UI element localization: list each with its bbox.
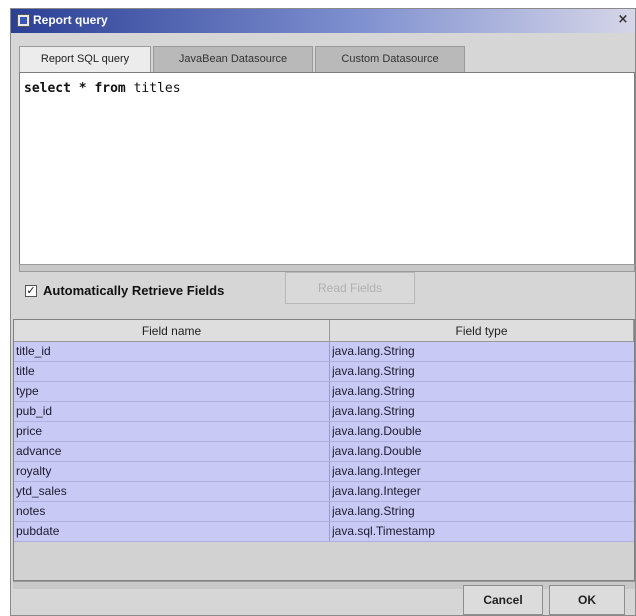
- field-type-cell: java.lang.Integer: [332, 484, 421, 498]
- table-row[interactable]: ytd_sales java.lang.Integer: [14, 482, 634, 502]
- table-row[interactable]: advance java.lang.Double: [14, 442, 634, 462]
- field-type-cell: java.lang.String: [332, 504, 415, 518]
- field-type-cell: java.lang.Double: [332, 424, 422, 438]
- table-row[interactable]: pubdate java.sql.Timestamp: [14, 522, 634, 542]
- ok-button[interactable]: OK: [549, 585, 625, 615]
- field-name-cell: title: [16, 364, 35, 378]
- sql-operator: *: [78, 81, 87, 96]
- field-name-cell: type: [16, 384, 39, 398]
- table-row[interactable]: title_id java.lang.String: [14, 342, 634, 362]
- auto-retrieve-checkbox[interactable]: ✓: [25, 285, 37, 297]
- cancel-button[interactable]: Cancel: [463, 585, 543, 615]
- tab-report-sql-query[interactable]: Report SQL query: [19, 46, 151, 72]
- tab-custom-datasource[interactable]: Custom Datasource: [315, 46, 465, 72]
- field-name-cell: royalty: [16, 464, 52, 478]
- window-title: Report query: [33, 13, 108, 27]
- field-name-cell: price: [16, 424, 43, 438]
- sql-query-text: select * from titles: [24, 81, 181, 96]
- report-query-dialog: Report query × Report SQL query JavaBean…: [10, 8, 636, 616]
- field-name-cell: pubdate: [16, 524, 60, 538]
- field-name-cell: advance: [16, 444, 62, 458]
- table-row[interactable]: notes java.lang.String: [14, 502, 634, 522]
- sql-query-editor[interactable]: select * from titles: [19, 72, 635, 265]
- sql-keyword-from: from: [94, 81, 126, 96]
- header-field-name[interactable]: Field name: [14, 320, 330, 342]
- field-type-cell: java.lang.Integer: [332, 464, 421, 478]
- table-row[interactable]: pub_id java.lang.String: [14, 402, 634, 422]
- field-name-cell: ytd_sales: [16, 484, 67, 498]
- header-field-type[interactable]: Field type: [330, 320, 634, 342]
- check-icon: ✓: [26, 285, 36, 297]
- read-fields-button[interactable]: Read Fields: [285, 272, 415, 304]
- table-row[interactable]: type java.lang.String: [14, 382, 634, 402]
- table-row[interactable]: price java.lang.Double: [14, 422, 634, 442]
- table-header: Field name Field type: [14, 320, 634, 342]
- close-icon[interactable]: ×: [615, 12, 631, 28]
- auto-retrieve-label: Automatically Retrieve Fields: [43, 283, 225, 298]
- editor-horizontal-scrollbar[interactable]: [19, 264, 635, 272]
- tab-javabean-datasource[interactable]: JavaBean Datasource: [153, 46, 313, 72]
- field-type-cell: java.lang.Double: [332, 444, 422, 458]
- field-type-cell: java.lang.String: [332, 404, 415, 418]
- fields-table: Field name Field type title_id java.lang.…: [13, 319, 635, 581]
- field-type-cell: java.sql.Timestamp: [332, 524, 435, 538]
- field-type-cell: java.lang.String: [332, 384, 415, 398]
- field-type-cell: java.lang.String: [332, 344, 415, 358]
- field-name-cell: pub_id: [16, 404, 53, 418]
- sql-table-name: titles: [133, 81, 181, 96]
- field-name-cell: title_id: [16, 344, 51, 358]
- sql-keyword-select: select: [24, 81, 71, 96]
- table-row[interactable]: title java.lang.String: [14, 362, 634, 382]
- report-window-icon: [17, 14, 30, 27]
- field-name-cell: notes: [16, 504, 46, 518]
- field-type-cell: java.lang.String: [332, 364, 415, 378]
- table-row[interactable]: royalty java.lang.Integer: [14, 462, 634, 482]
- title-bar[interactable]: Report query ×: [11, 9, 635, 33]
